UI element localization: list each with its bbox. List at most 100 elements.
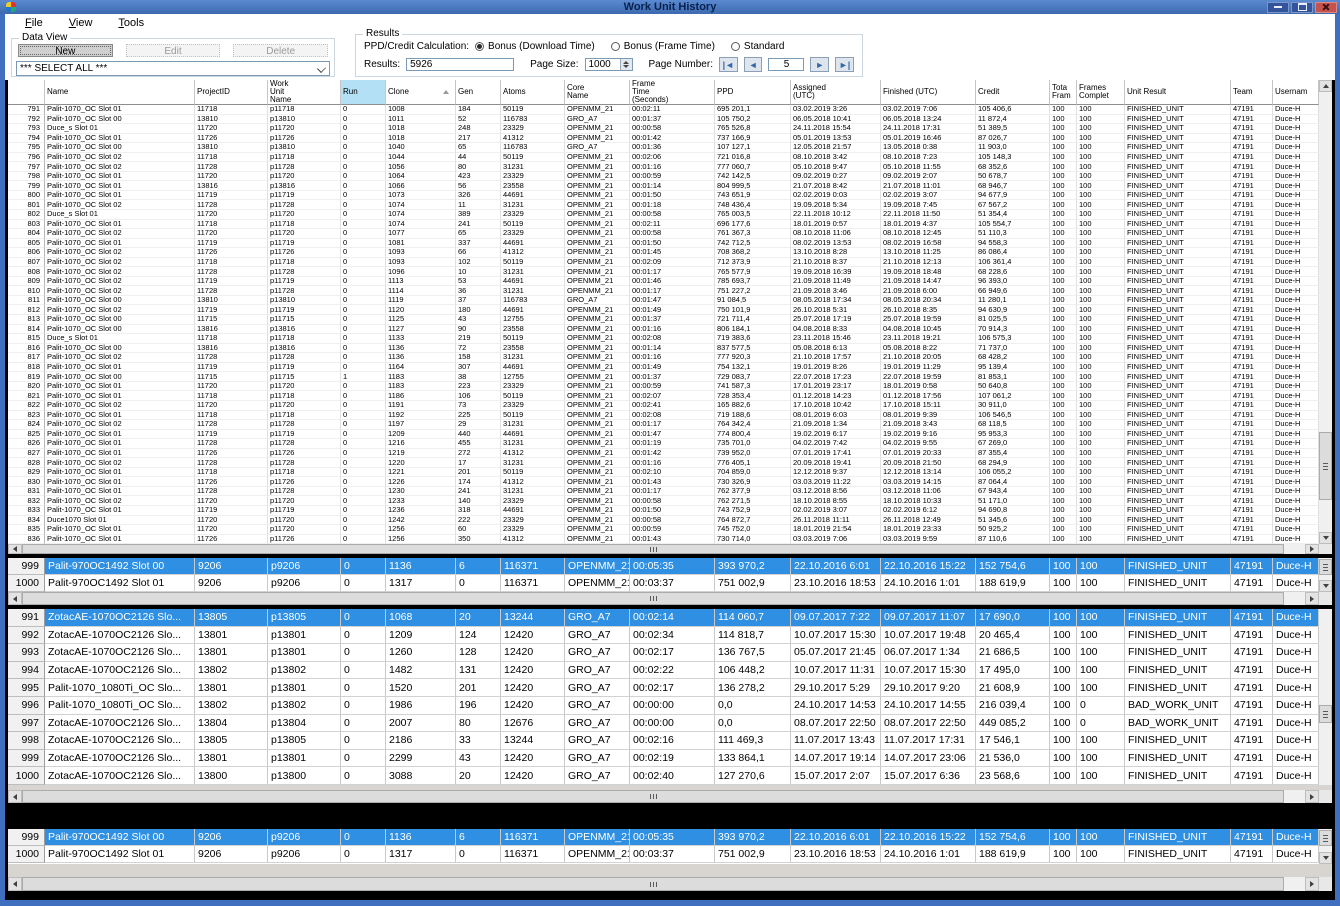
cell[interactable]: 11728 bbox=[195, 486, 268, 497]
cell[interactable]: 06.07.2017 1:34 bbox=[881, 644, 976, 662]
panel4-vertical-scrollbar[interactable] bbox=[1319, 829, 1332, 864]
cell[interactable]: Duce-H bbox=[1273, 714, 1319, 733]
cell[interactable]: 100 bbox=[1050, 732, 1077, 750]
cell[interactable]: Palit-1070_OC Slot 00 bbox=[45, 315, 195, 325]
cell[interactable]: 0 bbox=[341, 846, 386, 863]
cell[interactable]: 1113 bbox=[386, 276, 456, 287]
cell[interactable]: 47191 bbox=[1231, 534, 1273, 544]
cell[interactable]: 751 002,9 bbox=[715, 575, 791, 592]
cell[interactable]: Duce-H bbox=[1273, 238, 1319, 249]
cell[interactable]: 0 bbox=[341, 143, 386, 153]
cell[interactable]: 47191 bbox=[1231, 767, 1273, 785]
cell[interactable]: 00:01:14 bbox=[630, 181, 715, 191]
cell[interactable]: FINISHED_UNIT bbox=[1125, 381, 1231, 392]
row-number[interactable]: 1000 bbox=[8, 767, 45, 785]
cell[interactable]: 106 bbox=[456, 391, 501, 401]
table-row[interactable]: 999 Palit-970OC1492 Slot 00 9206 p9206 0 1136… bbox=[8, 829, 1319, 846]
cell[interactable]: 47191 bbox=[1231, 381, 1273, 392]
cell[interactable]: p11718 bbox=[268, 152, 341, 163]
cell[interactable]: 695 201,1 bbox=[715, 105, 791, 115]
cell[interactable]: 00:01:37 bbox=[630, 372, 715, 382]
row-number[interactable]: 830 bbox=[8, 477, 45, 487]
cell[interactable]: 26.10.2018 5:31 bbox=[791, 305, 881, 316]
cell[interactable]: OPENMM_21 bbox=[565, 324, 630, 335]
row-number[interactable]: 835 bbox=[8, 525, 45, 535]
cell[interactable]: 100 bbox=[1077, 626, 1125, 645]
cell[interactable]: 22.10.2016 15:22 bbox=[881, 829, 976, 846]
cell[interactable]: Palit-970OC1492 Slot 01 bbox=[45, 846, 195, 863]
cell[interactable]: 09.07.2017 11:07 bbox=[881, 609, 976, 627]
cell[interactable]: FINISHED_UNIT bbox=[1125, 609, 1231, 627]
cell[interactable]: 100 bbox=[1050, 696, 1077, 715]
cell[interactable]: 09.02.2019 2:07 bbox=[881, 171, 976, 182]
cell[interactable]: 22.10.2016 6:01 bbox=[791, 829, 881, 846]
cell[interactable]: Palit-1070_OC Slot 02 bbox=[45, 400, 195, 411]
cell[interactable]: Palit-1070_OC Slot 01 bbox=[45, 171, 195, 182]
cell[interactable]: p11719 bbox=[268, 190, 341, 201]
cell[interactable]: 29.10.2017 9:20 bbox=[881, 679, 976, 697]
cell[interactable]: 47191 bbox=[1231, 276, 1273, 287]
cell[interactable]: 11728 bbox=[195, 200, 268, 211]
cell[interactable]: 44691 bbox=[501, 429, 565, 440]
cell[interactable]: 00:02:06 bbox=[630, 152, 715, 163]
cell[interactable]: 04.08.2018 10:45 bbox=[881, 324, 976, 335]
cell[interactable]: 05.08.2018 8:22 bbox=[881, 343, 976, 354]
cell[interactable]: p13805 bbox=[268, 609, 341, 627]
cell[interactable]: 47191 bbox=[1231, 846, 1273, 863]
cell[interactable]: 00:00:59 bbox=[630, 381, 715, 392]
cell[interactable]: FINISHED_UNIT bbox=[1125, 400, 1231, 411]
column-header[interactable]: Clone bbox=[386, 80, 456, 105]
cell[interactable]: 100 bbox=[1077, 458, 1125, 468]
cell[interactable]: 47191 bbox=[1231, 343, 1273, 354]
cell[interactable]: 116371 bbox=[501, 846, 565, 863]
cell[interactable]: 393 970,2 bbox=[715, 558, 791, 575]
cell[interactable]: 100 bbox=[1050, 575, 1077, 592]
table-row[interactable]: 992 ZotacAE-1070OC2126 Slo... 13801 p13801 0… bbox=[8, 626, 1319, 645]
cell[interactable]: 100 bbox=[1050, 295, 1077, 306]
cell[interactable]: 0 bbox=[341, 486, 386, 497]
cell[interactable]: 47191 bbox=[1231, 324, 1273, 335]
cell[interactable]: 100 bbox=[1050, 609, 1077, 627]
cell[interactable]: 47191 bbox=[1231, 714, 1273, 733]
cell[interactable]: 44691 bbox=[501, 276, 565, 287]
cell[interactable]: 100 bbox=[1050, 286, 1077, 296]
column-header[interactable]: Run bbox=[341, 80, 386, 105]
table-row[interactable]: 995 Palit-1070_1080Ti_OC Slo... 13801 p1380… bbox=[8, 679, 1319, 697]
cell[interactable]: 21.07.2018 11:01 bbox=[881, 181, 976, 191]
cell[interactable]: FINISHED_UNIT bbox=[1125, 525, 1231, 535]
cell[interactable]: 0 bbox=[341, 558, 386, 575]
cell[interactable]: 22.07.2018 17:23 bbox=[791, 372, 881, 382]
cell[interactable]: 0 bbox=[1077, 696, 1125, 715]
cell[interactable]: 24.10.2016 1:01 bbox=[881, 575, 976, 592]
cell[interactable]: Palit-1070_OC Slot 01 bbox=[45, 534, 195, 544]
cell[interactable]: 31231 bbox=[501, 267, 565, 277]
cell[interactable]: 9206 bbox=[195, 575, 268, 592]
cell[interactable]: 11720 bbox=[195, 171, 268, 182]
cell[interactable]: Palit-970OC1492 Slot 00 bbox=[45, 829, 195, 846]
cell[interactable]: 17.10.2018 15:11 bbox=[881, 400, 976, 411]
cell[interactable]: 00:02:07 bbox=[630, 391, 715, 401]
cell[interactable]: BAD_WORK_UNIT bbox=[1125, 696, 1231, 715]
cell[interactable]: 23329 bbox=[501, 381, 565, 392]
cell[interactable]: 100 bbox=[1077, 496, 1125, 506]
cell[interactable]: 56 bbox=[456, 181, 501, 191]
cell[interactable]: 100 bbox=[1050, 505, 1077, 516]
cell[interactable]: 1011 bbox=[386, 114, 456, 125]
cell[interactable]: 47191 bbox=[1231, 124, 1273, 134]
table-row[interactable]: 817 Palit-1070_OC Slot 02 11728 p11728 0 1136… bbox=[8, 353, 1319, 363]
table-row[interactable]: 993 ZotacAE-1070OC2126 Slo... 13801 p13801 0… bbox=[8, 644, 1319, 662]
cell[interactable]: 13244 bbox=[501, 609, 565, 627]
row-number[interactable]: 820 bbox=[8, 381, 45, 392]
cell[interactable]: GRO_A7 bbox=[565, 732, 630, 750]
cell[interactable]: 08.10.2018 7:23 bbox=[881, 152, 976, 163]
scroll-left-button[interactable] bbox=[8, 877, 22, 891]
cell[interactable]: 00:02:08 bbox=[630, 334, 715, 344]
cell[interactable]: 22.07.2018 19:59 bbox=[881, 372, 976, 382]
cell[interactable]: 00:00:00 bbox=[630, 696, 715, 715]
cell[interactable]: 152 754,6 bbox=[976, 558, 1050, 575]
cell[interactable]: 51 354,4 bbox=[976, 210, 1050, 220]
cell[interactable]: 0 bbox=[341, 477, 386, 487]
cell[interactable]: 804 999,5 bbox=[715, 181, 791, 191]
cell[interactable]: 13244 bbox=[501, 732, 565, 750]
cell[interactable]: 23329 bbox=[501, 515, 565, 526]
